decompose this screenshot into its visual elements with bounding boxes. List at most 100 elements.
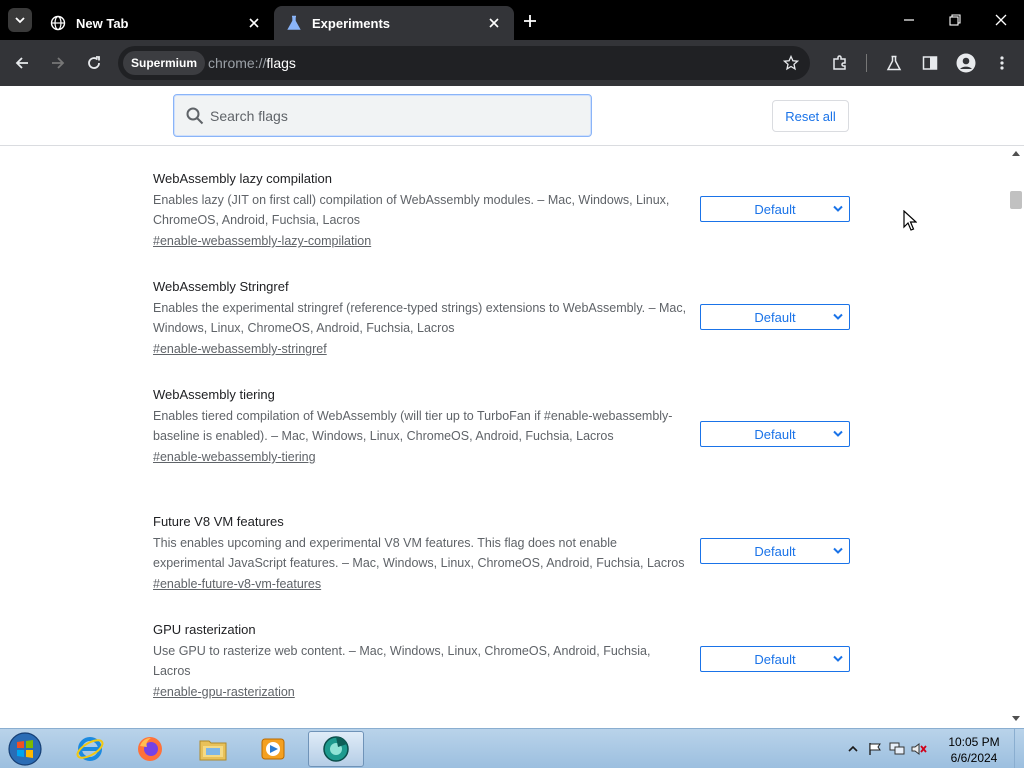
search-input[interactable] (210, 103, 580, 129)
supermium-icon (323, 736, 349, 762)
flask-icon (886, 55, 902, 71)
flag-description: Use GPU to rasterize web content. – Mac,… (153, 644, 651, 678)
tab-experiments[interactable]: Experiments (274, 6, 514, 40)
taskbar-app-file-explorer[interactable] (185, 731, 241, 767)
scroll-thumb[interactable] (1010, 191, 1022, 209)
flag-permalink[interactable]: #enable-webassembly-lazy-compilation (153, 232, 371, 250)
scroll-up-arrow-icon[interactable] (1012, 149, 1020, 157)
back-button[interactable] (10, 51, 34, 75)
flag-select[interactable]: Default (700, 646, 850, 672)
show-hidden-icons-icon[interactable] (845, 741, 861, 757)
flag-select[interactable]: Default (700, 538, 850, 564)
new-tab-button[interactable] (520, 11, 540, 31)
media-player-icon (261, 738, 285, 760)
close-icon (995, 14, 1007, 26)
browser-chip[interactable]: Supermium (123, 51, 206, 75)
flag-select[interactable]: Default (700, 196, 850, 222)
taskbar-app-media-player[interactable] (245, 731, 301, 767)
flag-permalink[interactable]: #enable-gpu-rasterization (153, 683, 295, 701)
flag-select[interactable]: Default (700, 304, 850, 330)
flag-description: This enables upcoming and experimental V… (153, 536, 685, 570)
close-icon[interactable] (486, 15, 502, 31)
vertical-scrollbar[interactable] (1008, 147, 1024, 727)
url-text[interactable]: chrome://flags (208, 55, 296, 71)
tab-strip: New Tab Experiments (0, 0, 1024, 40)
flag-permalink[interactable]: #enable-webassembly-tiering (153, 448, 316, 466)
profile-button[interactable] (954, 51, 978, 75)
flag-select-value: Default (754, 201, 796, 217)
clock-time: 10:05 PM (948, 735, 1000, 749)
start-button-icon[interactable] (6, 731, 44, 767)
taskbar-clock[interactable]: 10:05 PM 6/6/2024 (946, 734, 1002, 766)
flag-item: WebAssembly Stringref Enables the experi… (153, 278, 853, 358)
side-panel-button[interactable] (918, 51, 942, 75)
flask-icon (286, 15, 302, 31)
chevron-down-icon (833, 655, 843, 662)
reset-all-button[interactable]: Reset all (772, 100, 849, 132)
restore-button[interactable] (944, 9, 966, 31)
flag-item: WebAssembly tiering Enables tiered compi… (153, 386, 853, 466)
address-bar[interactable]: Supermium chrome://flags (118, 46, 810, 80)
flag-name: GPU rasterization (153, 622, 256, 637)
search-icon (186, 107, 204, 125)
url-host: flags (266, 55, 296, 71)
flag-item: WebAssembly lazy compilation Enables laz… (153, 170, 853, 250)
reload-icon (88, 56, 100, 69)
flag-description: Enables lazy (JIT on first call) compila… (153, 193, 670, 227)
arrow-right-icon (52, 57, 65, 69)
tab-new-tab[interactable]: New Tab (38, 6, 274, 40)
flags-list: WebAssembly lazy compilation Enables laz… (0, 147, 1008, 727)
system-tray (845, 739, 933, 759)
minimize-icon (904, 19, 914, 21)
network-icon[interactable] (889, 741, 905, 757)
internet-explorer-icon (76, 737, 104, 761)
puzzle-icon (833, 55, 846, 70)
profile-avatar-icon (956, 53, 976, 73)
menu-button[interactable] (990, 51, 1014, 75)
restore-icon (949, 14, 961, 26)
taskbar-app-internet-explorer[interactable] (62, 731, 118, 767)
windows-taskbar: 10:05 PM 6/6/2024 (0, 728, 1024, 768)
chevron-down-icon (833, 430, 843, 437)
plus-icon (524, 15, 536, 27)
chevron-down-icon (833, 547, 843, 554)
action-center-flag-icon[interactable] (867, 741, 883, 757)
kebab-menu-icon (1000, 56, 1004, 70)
side-panel-icon (922, 56, 938, 70)
flag-select-value: Default (754, 426, 796, 442)
flag-select[interactable]: Default (700, 421, 850, 447)
chevron-down-icon (15, 17, 25, 24)
flag-name: Future V8 VM features (153, 514, 284, 529)
forward-button[interactable] (46, 51, 70, 75)
globe-icon (50, 15, 66, 31)
extensions-button[interactable] (828, 51, 852, 75)
close-window-button[interactable] (990, 9, 1012, 31)
taskbar-app-supermium[interactable] (308, 731, 364, 767)
flag-permalink[interactable]: #enable-future-v8-vm-features (153, 575, 321, 593)
flag-select-value: Default (754, 543, 796, 559)
close-icon[interactable] (246, 15, 262, 31)
reload-button[interactable] (82, 51, 106, 75)
flag-name: WebAssembly Stringref (153, 279, 289, 294)
chevron-down-icon (833, 205, 843, 212)
mouse-cursor-icon (903, 210, 917, 231)
flag-permalink[interactable]: #enable-webassembly-stringref (153, 340, 327, 358)
minimize-button[interactable] (898, 9, 920, 31)
flag-item: GPU rasterization Use GPU to rasterize w… (153, 621, 853, 701)
flag-item: Future V8 VM features This enables upcom… (153, 513, 853, 593)
bookmark-star-icon[interactable] (782, 54, 800, 72)
tab-title: Experiments (312, 15, 391, 31)
taskbar-app-firefox[interactable] (122, 731, 178, 767)
toolbar-divider (866, 54, 867, 72)
clock-date: 6/6/2024 (950, 751, 998, 765)
volume-muted-icon[interactable] (911, 741, 927, 757)
flag-description: Enables the experimental stringref (refe… (153, 301, 687, 335)
tab-search-button[interactable] (8, 8, 32, 32)
flag-description: Enables tiered compilation of WebAssembl… (153, 409, 673, 443)
search-box[interactable] (173, 94, 592, 137)
show-desktop-button[interactable] (1014, 729, 1024, 768)
scroll-down-arrow-icon[interactable] (1012, 715, 1020, 723)
firefox-icon (138, 737, 162, 761)
url-scheme: chrome:// (208, 55, 267, 71)
labs-button[interactable] (882, 51, 906, 75)
